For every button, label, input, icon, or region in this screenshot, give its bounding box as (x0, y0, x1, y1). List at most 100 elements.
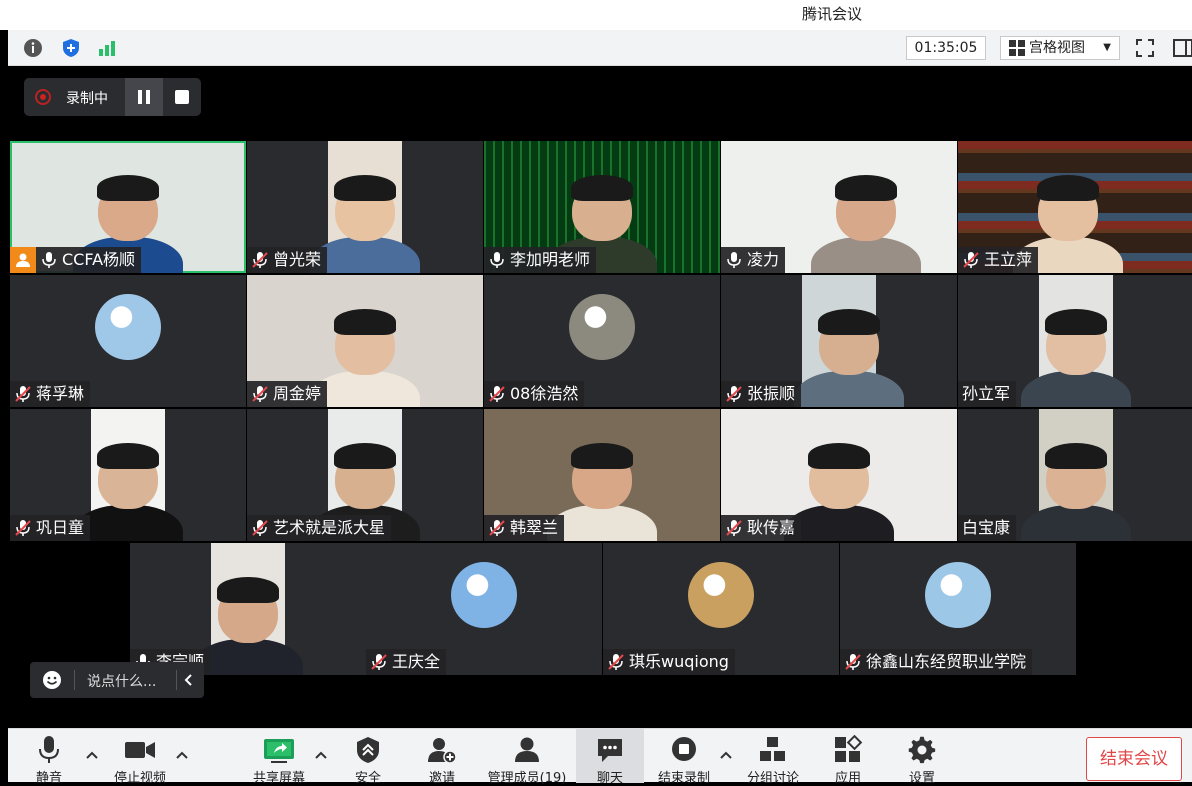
participant-name: 艺术就是派大星 (273, 518, 386, 537)
stop-icon (175, 90, 189, 104)
participant-nametag: 徐鑫山东经贸职业学院 (840, 649, 1033, 675)
breakout-icon (760, 737, 785, 761)
chevron-up-icon[interactable] (718, 747, 734, 763)
view-mode-select[interactable]: 宫格视图 ▼ (1000, 36, 1120, 60)
manage-members-button[interactable]: 管理成员(19) (482, 729, 572, 786)
emoji-icon[interactable] (42, 670, 62, 690)
participant-nametag: 耿传嘉 (721, 515, 802, 541)
chevron-left-icon[interactable] (182, 670, 196, 690)
info-icon[interactable] (22, 37, 44, 59)
participant-tile[interactable]: 巩日童 (10, 409, 246, 541)
mic-muted-icon (371, 654, 387, 670)
participant-nametag: 王立萍 (958, 247, 1039, 273)
participant-tile[interactable]: 蒋孚琳 (10, 275, 246, 407)
participant-name: CCFA杨顺 (62, 250, 136, 269)
share-screen-button[interactable]: 共享屏幕 (246, 729, 312, 786)
bottom-toolbar: 静音 停止视频 共享屏幕 安全 邀请 管理成员(19) 聊天 结束录制 分组讨论… (8, 728, 1192, 786)
participant-nametag: 韩翠兰 (484, 515, 565, 541)
fullscreen-icon[interactable] (1134, 37, 1156, 59)
meeting-timer: 01:35:05 (906, 36, 986, 60)
manage-members-label: 管理成员(19) (487, 771, 567, 786)
participant-tile[interactable]: 张振顺 (721, 275, 957, 407)
add-user-icon (428, 738, 457, 764)
participant-name: 李加明老师 (510, 250, 591, 269)
invite-button[interactable]: 邀请 (416, 729, 468, 786)
end-recording-button[interactable]: 结束录制 (652, 729, 716, 786)
share-screen-icon (264, 739, 294, 763)
recording-status: 录制中 (66, 91, 108, 107)
participant-name: 王立萍 (984, 250, 1033, 269)
apps-button[interactable]: 应用 (822, 729, 874, 786)
mic-muted-icon (15, 520, 31, 536)
view-mode-label: 宫格视图 (1029, 40, 1085, 56)
participant-name: 蒋孚琳 (36, 384, 85, 403)
record-dot-icon (35, 89, 51, 105)
mic-muted-icon (252, 386, 268, 402)
mic-muted-icon (608, 654, 624, 670)
participant-name: 张振顺 (747, 384, 796, 403)
stop-video-label: 停止视频 (113, 771, 166, 786)
mute-button[interactable]: 静音 (20, 729, 78, 786)
title-bar: 腾讯会议 (0, 0, 1192, 30)
mic-muted-icon (726, 386, 742, 402)
end-meeting-button[interactable]: 结束会议 (1086, 737, 1182, 781)
chat-placeholder[interactable]: 说点什么... (87, 671, 156, 691)
floating-chat-input[interactable]: 说点什么... (30, 662, 204, 698)
participant-tile[interactable]: 孙立军 (958, 275, 1192, 407)
apps-label: 应用 (834, 771, 861, 786)
participant-name: 耿传嘉 (747, 518, 796, 537)
chevron-up-icon[interactable] (84, 747, 100, 763)
participant-tile[interactable]: 王立萍 (958, 141, 1192, 273)
chevron-up-icon[interactable] (174, 747, 190, 763)
invite-label: 邀请 (428, 771, 455, 786)
signal-icon[interactable] (96, 37, 118, 59)
mic-muted-icon (252, 252, 268, 268)
mic-muted-icon (15, 386, 31, 402)
mute-label: 静音 (35, 771, 62, 786)
participant-nametag: 凌力 (721, 247, 786, 273)
participant-name: 王庆全 (392, 652, 441, 671)
participant-tile[interactable]: 韩翠兰 (484, 409, 720, 541)
participant-tile[interactable]: 08徐浩然 (484, 275, 720, 407)
breakout-label: 分组讨论 (746, 771, 799, 786)
mic-muted-icon (489, 520, 505, 536)
participant-tile[interactable]: 徐鑫山东经贸职业学院 (840, 543, 1076, 675)
pause-recording-button[interactable] (125, 78, 163, 116)
participant-tile[interactable]: 艺术就是派大星 (247, 409, 483, 541)
apps-icon (835, 735, 863, 762)
mic-muted-icon (489, 386, 505, 402)
participant-tile[interactable]: 王庆全 (366, 543, 602, 675)
participant-nametag: 琪乐wuqiong (603, 649, 735, 675)
share-screen-label: 共享屏幕 (252, 771, 305, 786)
participant-tile[interactable]: 周金婷 (247, 275, 483, 407)
participant-tile[interactable]: 白宝康 (958, 409, 1192, 541)
window-title: 腾讯会议 (802, 5, 863, 23)
participant-name: 08徐浩然 (510, 384, 579, 403)
participant-tile[interactable]: CCFA杨顺 (10, 141, 246, 273)
participant-tile[interactable]: 曾光荣 (247, 141, 483, 273)
participant-avatar (688, 562, 754, 628)
participant-tile[interactable]: 琪乐wuqiong (603, 543, 839, 675)
stop-recording-button[interactable] (163, 78, 201, 116)
participant-tile[interactable]: 凌力 (721, 141, 957, 273)
stop-record-icon (672, 737, 696, 761)
participant-tile[interactable]: 耿传嘉 (721, 409, 957, 541)
video-camera-icon (125, 742, 155, 758)
participant-tile[interactable]: 李宗顺 (130, 543, 366, 675)
mic-muted-icon (845, 654, 861, 670)
breakout-rooms-button[interactable]: 分组讨论 (742, 729, 804, 786)
sidebar-icon[interactable] (1172, 37, 1192, 59)
participant-nametag: 孙立军 (958, 381, 1017, 407)
participant-nametag: 张振顺 (721, 381, 802, 407)
security-button[interactable]: 安全 (342, 729, 394, 786)
participant-tile[interactable]: 李加明老师 (484, 141, 720, 273)
participant-nametag: 巩日童 (10, 515, 91, 541)
microphone-icon (39, 736, 59, 763)
chevron-up-icon[interactable] (313, 747, 329, 763)
chat-button[interactable]: 聊天 (576, 729, 644, 786)
participant-nametag: 蒋孚琳 (10, 381, 91, 407)
security-shield-icon[interactable] (60, 37, 82, 59)
settings-button[interactable]: 设置 (896, 729, 948, 786)
stop-video-button[interactable]: 停止视频 (108, 729, 172, 786)
participant-name: 周金婷 (273, 384, 322, 403)
